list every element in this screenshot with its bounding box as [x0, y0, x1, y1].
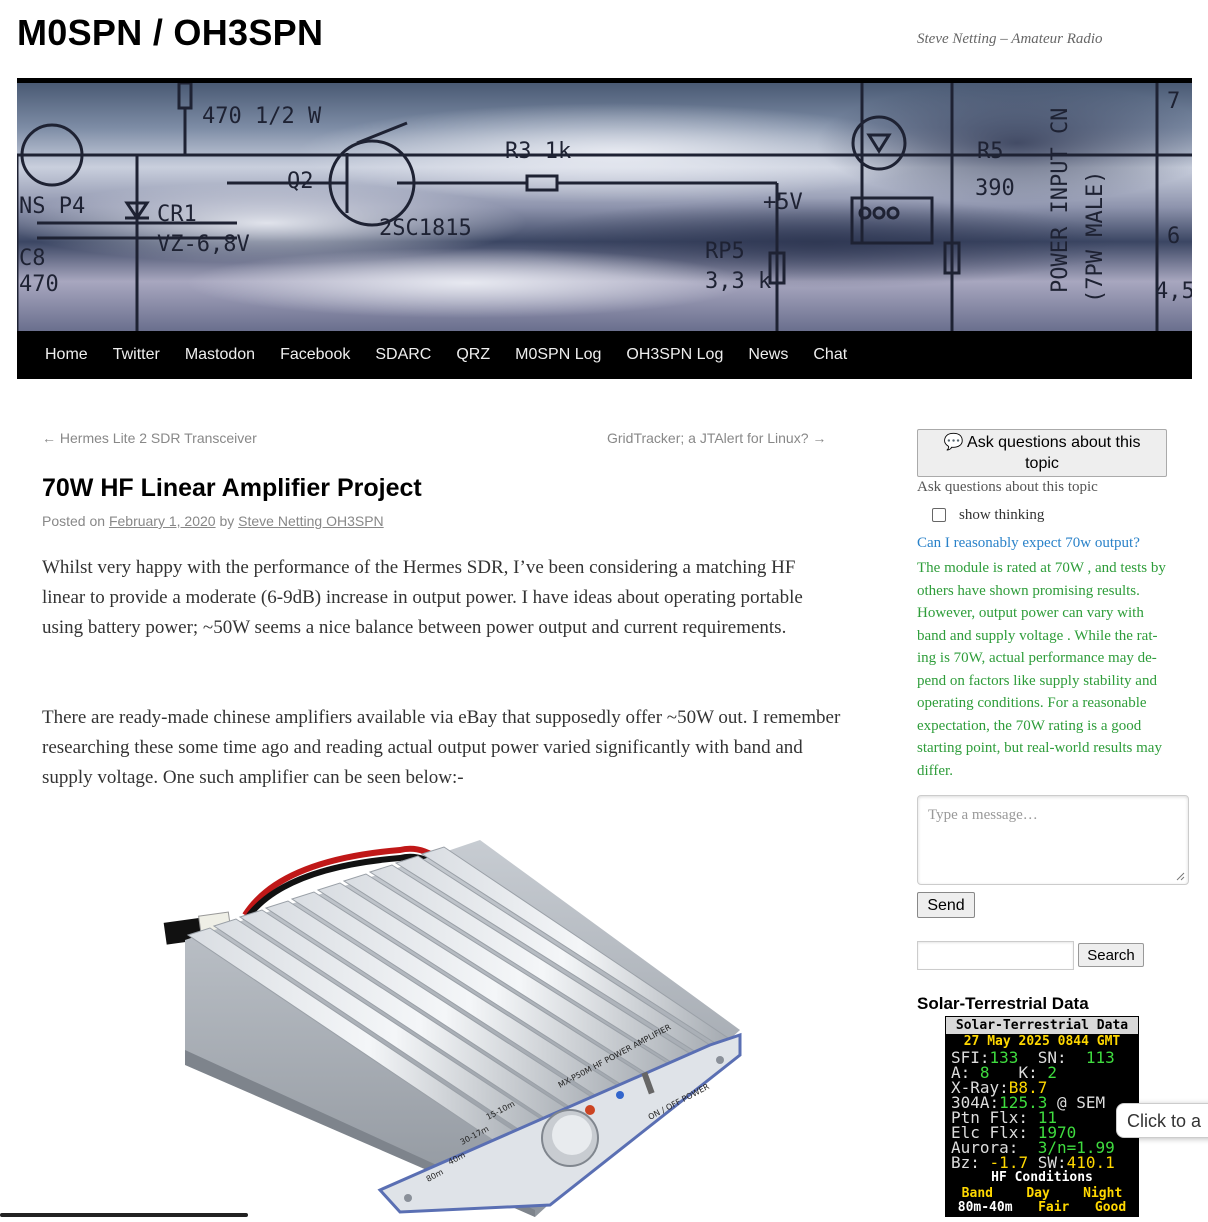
hf-conditions-row: 80m-40m Fair Good	[945, 1201, 1139, 1215]
show-thinking-checkbox[interactable]	[932, 508, 946, 522]
solar-row-bz-sw: Bz: -1.7 SW:410.1	[945, 1153, 1139, 1172]
banner-label: 7	[1167, 89, 1180, 114]
solar-header: Solar-Terrestrial Data	[946, 1017, 1138, 1034]
ask-questions-label: Ask questions about this topic	[917, 479, 1098, 495]
sem-unit: @ SEM	[1056, 1093, 1106, 1112]
amplifier-image: MX-P50M HF POWER AMPLIFIER 15-10m 30-17m…	[150, 820, 770, 1217]
post-date-link[interactable]: February 1, 2020	[109, 513, 216, 529]
bz-label: Bz:	[951, 1153, 980, 1172]
banner-label: R3 1k	[505, 139, 571, 164]
nav-item-qrz[interactable]: QRZ	[456, 346, 490, 364]
banner-label: 470	[19, 272, 59, 297]
banner-label: 2SC1815	[379, 216, 472, 241]
banner-label: 470 1/2 W	[202, 104, 322, 129]
nav-item-twitter[interactable]: Twitter	[113, 346, 160, 364]
post-paragraph: There are ready-made chinese amplifiers …	[42, 707, 841, 788]
chat-popup-bubble[interactable]: Click to a	[1116, 1103, 1208, 1138]
banner-label: +5V	[763, 190, 803, 215]
banner-label: 6	[1167, 224, 1180, 249]
nav-item-mastodon[interactable]: Mastodon	[185, 346, 255, 364]
night-cell: Good	[1094, 1200, 1127, 1215]
search-button[interactable]: Search	[1078, 943, 1144, 967]
night-column-header: Night	[1083, 1186, 1123, 1201]
author-link[interactable]: Steve Netting OH3SPN	[238, 513, 384, 529]
previous-post-label[interactable]: ← Hermes Lite 2 SDR Transceiver	[42, 430, 257, 446]
sn-value: 113	[1085, 1048, 1115, 1067]
banner-label: C8	[19, 246, 46, 271]
search-input[interactable]	[917, 941, 1074, 970]
post-title: 70W HF Linear Amplifier Project	[42, 474, 422, 502]
day-cell: Fair	[1038, 1200, 1070, 1215]
hf-conditions-header: Band Day Night	[945, 1186, 1139, 1201]
main-navigation: Home Twitter Mastodon Facebook SDARC QRZ…	[17, 331, 1192, 379]
solar-widget-title: Solar-Terrestrial Data	[917, 994, 1089, 1013]
chat-question: Can I reasonably expect 70w output?	[917, 535, 1140, 551]
circuit-schematic-overlay: 470 1/2 W R3 1k Q2 NS P4 CR1 VZ-6,8V C8 …	[17, 83, 1192, 331]
message-input[interactable]: Type a message…	[917, 795, 1189, 885]
nav-item-m0spn-log[interactable]: M0SPN Log	[515, 346, 601, 364]
site-title[interactable]: M0SPN / OH3SPN	[17, 12, 323, 54]
show-thinking-label[interactable]: show thinking	[959, 507, 1044, 524]
message-placeholder: Type a message…	[928, 807, 1038, 823]
nav-item-oh3spn-log[interactable]: OH3SPN Log	[626, 346, 723, 364]
bottom-bar	[0, 1213, 248, 1217]
header-banner-image: 470 1/2 W R3 1k Q2 NS P4 CR1 VZ-6,8V C8 …	[17, 83, 1192, 331]
post-meta: Posted on February 1, 2020 by Steve Nett…	[42, 513, 384, 529]
banner-label: VZ-6,8V	[157, 232, 250, 257]
by-label: by	[219, 513, 235, 529]
band-cell: 80m-40m	[957, 1200, 1013, 1215]
banner-label: 4,5	[1155, 279, 1192, 304]
chat-answer: The module is rated at 70W , and tests b…	[917, 560, 1166, 779]
nav-item-facebook[interactable]: Facebook	[280, 346, 350, 364]
site-description: Steve Netting – Amateur Radio	[917, 31, 1103, 47]
band-column-header: Band	[961, 1186, 993, 1201]
ask-questions-button[interactable]: 💬 Ask questions about this topic	[917, 429, 1167, 477]
k-value: 2	[1047, 1063, 1057, 1082]
banner-label: 3,3 k	[705, 269, 771, 294]
banner-label: Q2	[287, 169, 314, 194]
nav-item-chat[interactable]: Chat	[813, 346, 847, 364]
previous-post-link[interactable]: ← Hermes Lite 2 SDR Transceiver	[42, 430, 257, 446]
next-post-label[interactable]: GridTracker; a JTAlert for Linux? →	[607, 430, 826, 446]
posted-on-label: Posted on	[42, 513, 106, 529]
nav-item-home[interactable]: Home	[45, 346, 88, 364]
banner-label: (7PW MALE)	[1083, 171, 1108, 303]
resize-grip-icon[interactable]	[1176, 872, 1185, 881]
banner-label: R5	[977, 139, 1004, 164]
hf-conditions-title: HF Conditions	[991, 1170, 1093, 1185]
banner-label: NS P4	[19, 194, 85, 219]
solar-terrestrial-data-panel[interactable]: Solar-Terrestrial Data 27 May 2025 0844 …	[945, 1016, 1139, 1217]
send-button[interactable]: Send	[917, 892, 975, 918]
nav-item-sdarc[interactable]: SDARC	[375, 346, 431, 364]
banner-label: CR1	[157, 202, 197, 227]
next-post-link[interactable]: GridTracker; a JTAlert for Linux? →	[607, 430, 826, 446]
day-column-header: Day	[1026, 1186, 1050, 1201]
banner-label: 390	[975, 176, 1015, 201]
banner-label: RP5	[705, 239, 745, 264]
banner-label: POWER INPUT CN	[1048, 108, 1073, 293]
post-paragraph: Whilst very happy with the performance o…	[42, 557, 803, 638]
nav-item-news[interactable]: News	[748, 346, 788, 364]
